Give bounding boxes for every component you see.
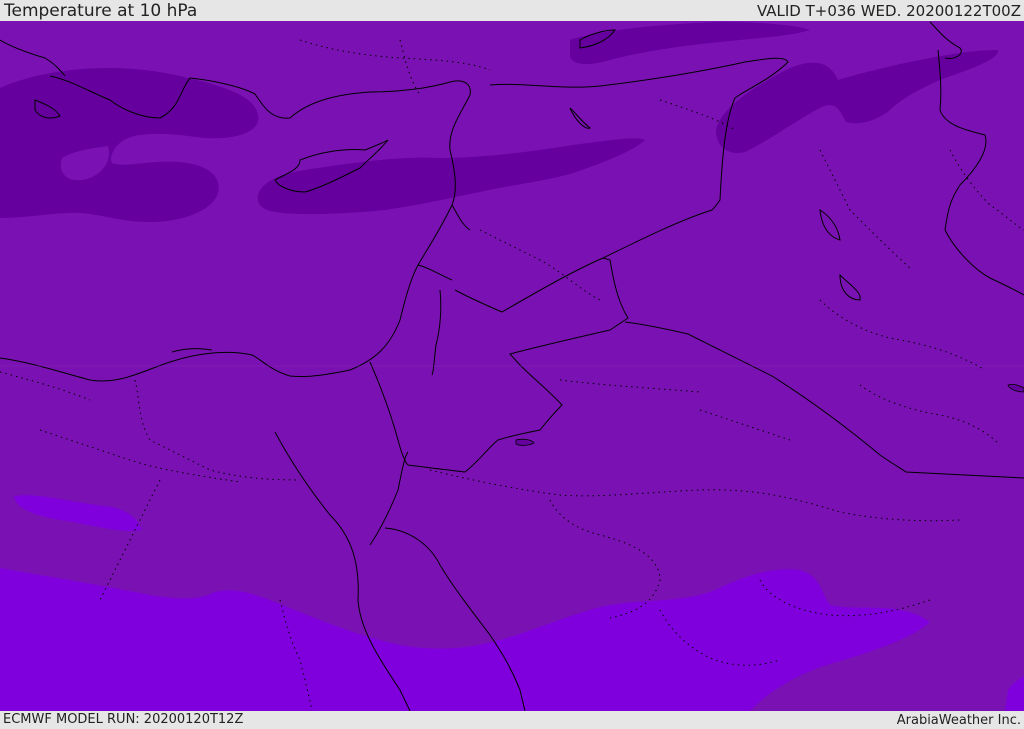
weather-map <box>0 21 1024 711</box>
valid-time: VALID T+036 WED. 20200122T00Z <box>756 2 1021 20</box>
credit-label: ArabiaWeather Inc. <box>896 713 1021 728</box>
map-canvas <box>0 21 1024 711</box>
header-bar: Temperature at 10 hPa VALID T+036 WED. 2… <box>0 0 1024 21</box>
footer-bar: ECMWF MODEL RUN: 20200120T12Z ArabiaWeat… <box>0 711 1024 729</box>
map-title: Temperature at 10 hPa <box>4 1 198 21</box>
model-run-label: ECMWF MODEL RUN: 20200120T12Z <box>3 712 244 727</box>
